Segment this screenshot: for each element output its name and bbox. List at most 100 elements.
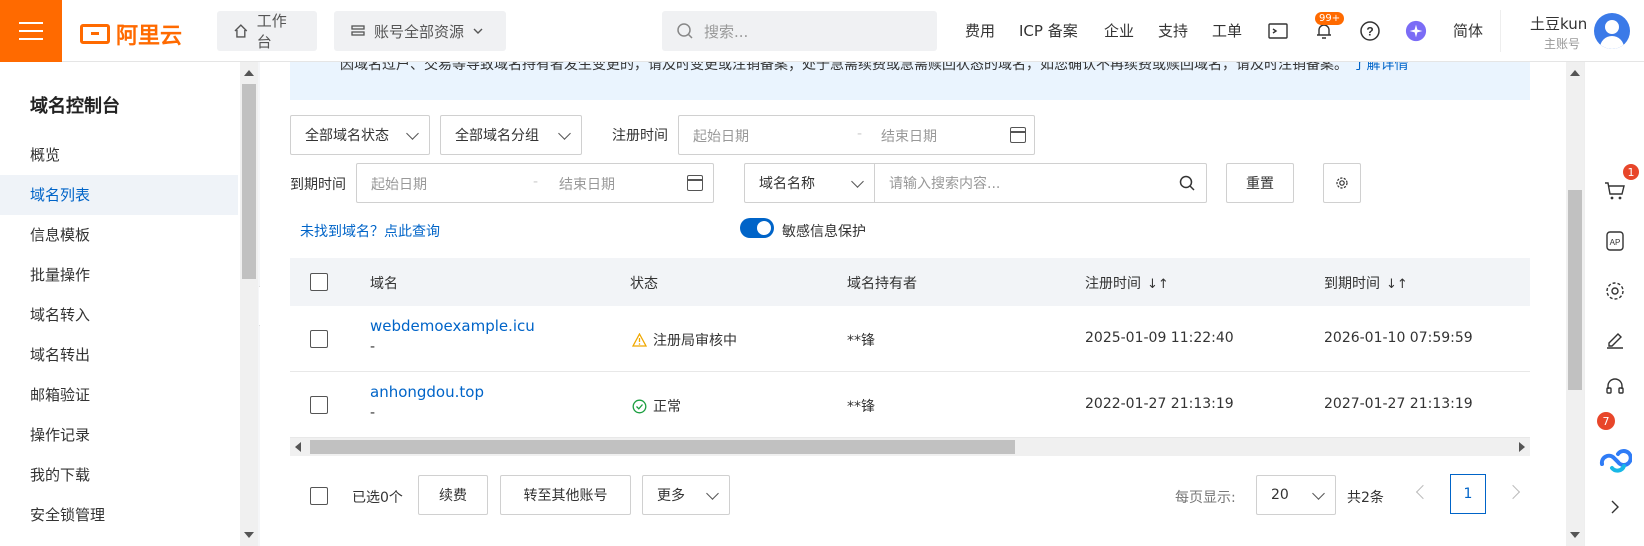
svg-text:?: ? xyxy=(1366,25,1373,39)
aliyun-logo-icon xyxy=(80,24,110,44)
exp-date-range[interactable]: 起始日期 - 结束日期 xyxy=(356,163,714,203)
table-horizontal-scrollbar[interactable] xyxy=(290,438,1530,456)
nav-support[interactable]: 支持 xyxy=(1158,20,1188,41)
owner-cell: **锋 xyxy=(847,333,875,349)
menu-button[interactable] xyxy=(0,0,62,62)
sidebar-item-security-lock[interactable]: 安全锁管理 xyxy=(0,495,238,535)
chevron-down-icon xyxy=(706,487,719,500)
search-icon[interactable] xyxy=(1179,175,1196,192)
nav-enterprise[interactable]: 企业 xyxy=(1104,20,1134,41)
sidebar-item-overview[interactable]: 概览 xyxy=(0,135,238,175)
chevron-down-icon xyxy=(851,175,864,188)
domain-search-input[interactable]: 请输入搜索内容... xyxy=(874,163,1207,203)
avatar[interactable] xyxy=(1594,13,1630,49)
sidebar-item-transfer-in[interactable]: 域名转入 xyxy=(0,295,238,335)
stack-icon xyxy=(351,25,365,36)
next-page-icon[interactable] xyxy=(1505,484,1521,500)
row-checkbox[interactable] xyxy=(310,396,328,414)
gear-icon[interactable] xyxy=(1602,278,1628,304)
reg-start-date[interactable]: 起始日期 xyxy=(693,126,749,146)
table-row: anhongdou.top - 正常 **锋 2022-01-27 21:13:… xyxy=(290,372,1530,438)
nav-fees[interactable]: 费用 xyxy=(965,20,995,41)
col-domain: 域名 xyxy=(370,276,398,292)
sidebar: 域名控制台 概览 域名列表 信息模板 批量操作 域名转入 域名转出 邮箱验证 操… xyxy=(0,62,258,546)
sidebar-item-domain-list[interactable]: 域名列表 xyxy=(0,175,238,215)
page-1-button[interactable]: 1 xyxy=(1450,474,1486,514)
privacy-toggle[interactable] xyxy=(740,218,774,238)
svg-text:AP: AP xyxy=(1610,238,1621,247)
notice-banner: 因域名过户、交易等导致域名持有者发生变更的，请及时变更或注销备案；处于急需续费或… xyxy=(290,62,1530,100)
global-search-placeholder: 搜索... xyxy=(704,22,749,41)
transfer-account-button[interactable]: 转至其他账号 xyxy=(500,475,631,515)
notice-link[interactable]: 了解详情 xyxy=(1352,62,1408,73)
nav-icp[interactable]: ICP 备案 xyxy=(1019,20,1078,41)
ai-assistant-icon[interactable] xyxy=(1405,20,1427,42)
col-exp-time[interactable]: 到期时间 ↓↑ xyxy=(1324,273,1408,293)
exp-start-date[interactable]: 起始日期 xyxy=(371,174,427,194)
logo-text: 阿里云 xyxy=(116,24,183,49)
main-scroll-thumb[interactable] xyxy=(1568,190,1582,390)
chevron-down-icon xyxy=(1312,487,1325,500)
resources-dropdown[interactable]: 账号全部资源 xyxy=(334,11,506,51)
sidebar-item-downloads[interactable]: 我的下载 xyxy=(0,455,238,495)
privacy-label: 敏感信息保护 xyxy=(782,224,866,240)
group-filter-value: 全部域名分组 xyxy=(455,128,539,144)
selected-count: 已选0个 xyxy=(352,490,403,506)
domain-link[interactable]: webdemoexample.icu xyxy=(370,317,535,335)
exp-time-cell: 2026-01-10 07:59:59 xyxy=(1324,330,1473,346)
group-filter-select[interactable]: 全部域名分组 xyxy=(440,115,582,155)
sidebar-item-logs[interactable]: 操作记录 xyxy=(0,415,238,455)
workbench-button[interactable]: 工作台 xyxy=(217,11,317,51)
sort-icon[interactable]: ↓↑ xyxy=(1386,277,1408,292)
sidebar-item-transfer-out[interactable]: 域名转出 xyxy=(0,335,238,375)
search-field-select[interactable]: 域名名称 xyxy=(744,163,875,203)
headset-icon[interactable] xyxy=(1602,374,1628,400)
prev-page-icon[interactable] xyxy=(1415,484,1431,500)
home-icon xyxy=(234,24,248,38)
sidebar-title: 域名控制台 xyxy=(30,96,120,117)
reg-time-cell: 2025-01-09 11:22:40 xyxy=(1085,330,1234,346)
nav-ticket[interactable]: 工单 xyxy=(1212,20,1242,41)
renew-button[interactable]: 续费 xyxy=(418,475,488,515)
cart-icon[interactable] xyxy=(1602,178,1628,204)
document-icon[interactable]: AP xyxy=(1602,228,1628,254)
global-search-input[interactable]: 搜索... xyxy=(662,11,937,51)
main-scrollbar[interactable] xyxy=(1566,62,1584,546)
footer-select-all-checkbox[interactable] xyxy=(310,487,328,505)
table-row: webdemoexample.icu - 注册局审核中 **锋 2025-01-… xyxy=(290,306,1530,372)
user-name[interactable]: 土豆kun xyxy=(1530,13,1587,34)
per-page-select[interactable]: 20 xyxy=(1256,475,1336,515)
select-all-checkbox[interactable] xyxy=(310,273,328,291)
per-page-label: 每页显示: xyxy=(1175,490,1236,506)
assistant-logo-icon[interactable] xyxy=(1598,444,1632,478)
sidebar-item-batch[interactable]: 批量操作 xyxy=(0,255,238,295)
reg-end-date[interactable]: 结束日期 xyxy=(881,126,937,146)
reset-button[interactable]: 重置 xyxy=(1226,163,1294,203)
terminal-icon[interactable] xyxy=(1267,20,1289,42)
status-text: 正常 xyxy=(653,399,681,415)
domain-sub: - xyxy=(370,405,376,421)
warning-icon xyxy=(632,333,647,347)
col-status: 状态 xyxy=(630,276,658,292)
domain-link[interactable]: anhongdou.top xyxy=(370,383,484,401)
help-icon[interactable]: ? xyxy=(1359,20,1381,42)
status-filter-select[interactable]: 全部域名状态 xyxy=(290,115,430,155)
sidebar-item-email-verify[interactable]: 邮箱验证 xyxy=(0,375,238,415)
sort-icon[interactable]: ↓↑ xyxy=(1147,277,1169,292)
edit-icon[interactable] xyxy=(1602,326,1628,352)
sidebar-scroll-thumb[interactable] xyxy=(242,84,256,279)
chevron-right-icon[interactable] xyxy=(1602,494,1628,520)
cart-badge: 1 xyxy=(1623,164,1639,180)
exp-end-date[interactable]: 结束日期 xyxy=(559,174,615,194)
not-found-query-link[interactable]: 未找到域名？点此查询 xyxy=(300,221,440,241)
sidebar-item-templates[interactable]: 信息模板 xyxy=(0,215,238,255)
col-reg-time[interactable]: 注册时间 ↓↑ xyxy=(1085,273,1169,293)
table-scroll-thumb[interactable] xyxy=(310,440,1015,454)
row-checkbox[interactable] xyxy=(310,330,328,348)
settings-button[interactable] xyxy=(1323,163,1361,203)
aliyun-logo[interactable]: 阿里云 xyxy=(80,18,182,50)
reg-date-range[interactable]: 起始日期 - 结束日期 xyxy=(678,115,1035,155)
more-dropdown[interactable]: 更多 xyxy=(642,475,730,515)
language-switch[interactable]: 简体 xyxy=(1453,20,1483,41)
sidebar-scrollbar[interactable] xyxy=(240,62,258,546)
